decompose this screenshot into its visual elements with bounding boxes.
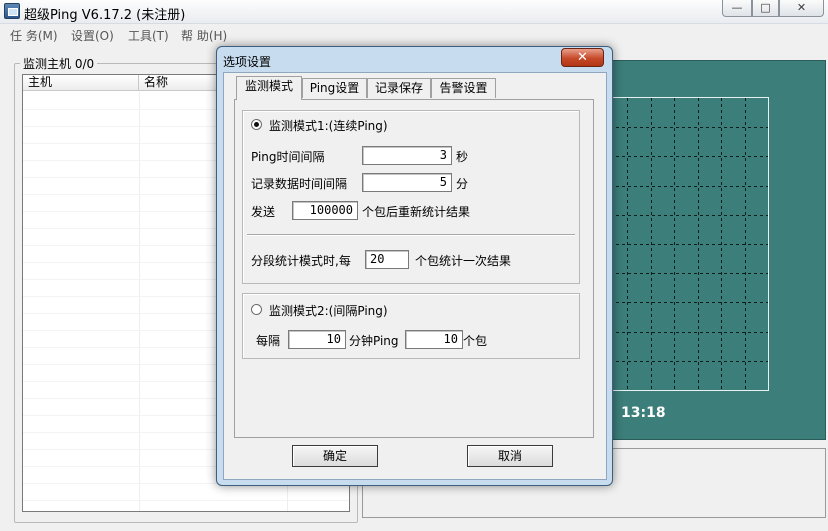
main-window-title: 超级Ping V6.17.2 (未注册) — [24, 8, 186, 23]
menu-task[interactable]: 任 务(M) — [10, 27, 58, 44]
close-button[interactable]: ✕ — [779, 0, 824, 17]
send-suffix: 个包后重新统计结果 — [362, 205, 471, 219]
monitor-mode-panel: 监测模式1:(连续Ping) Ping时间间隔 3 秒 记录数据时间间隔 5 分… — [234, 99, 594, 438]
menu-help[interactable]: 帮 助(H) — [181, 27, 227, 44]
maximize-button[interactable]: □ — [752, 0, 779, 17]
record-interval-input[interactable]: 5 — [362, 173, 452, 192]
dialog-close-button[interactable]: ✕ — [561, 48, 604, 67]
segment-packets-input[interactable]: 20 — [365, 250, 409, 269]
dialog-title: 选项设置 — [223, 55, 272, 69]
mode2-packets-input[interactable]: 10 — [405, 330, 463, 349]
mode1-group: 监测模式1:(连续Ping) Ping时间间隔 3 秒 记录数据时间间隔 5 分… — [242, 110, 580, 284]
mode2-every-label: 每隔 — [256, 334, 281, 348]
record-interval-unit: 分 — [456, 177, 469, 191]
mode2-minutes-input[interactable]: 10 — [288, 330, 346, 349]
chart-grid-lines — [604, 98, 768, 390]
radio-selected-dot — [254, 122, 259, 127]
record-interval-label: 记录数据时间间隔 — [251, 177, 348, 191]
cancel-button[interactable]: 取消 — [467, 445, 553, 467]
mode2-packets-suffix: 个包 — [463, 334, 488, 348]
dialog-client-area: 监测模式 Ping设置 记录保存 告警设置 监测模式1:(连续Ping) Pin… — [223, 72, 607, 480]
mode2-group: 监测模式2:(间隔Ping) 每隔 10 分钟Ping 10 个包 — [242, 293, 580, 359]
chart-time-label: 13:18 — [621, 405, 666, 421]
app-icon — [4, 3, 20, 19]
menu-tools[interactable]: 工具(T) — [128, 27, 169, 44]
tab-ping-settings[interactable]: Ping设置 — [302, 78, 367, 98]
ping-interval-input[interactable]: 3 — [362, 146, 452, 165]
segment-suffix: 个包统计一次结果 — [415, 254, 512, 268]
mode2-label[interactable]: 监测模式2:(间隔Ping) — [269, 302, 388, 319]
menu-bar — [0, 24, 828, 45]
send-label: 发送 — [251, 205, 276, 219]
minimize-button[interactable]: — — [722, 0, 752, 17]
mode1-radio[interactable] — [251, 119, 262, 130]
send-packets-input[interactable]: 100000 — [292, 201, 358, 220]
menu-settings[interactable]: 设置(O) — [71, 27, 114, 44]
ok-button[interactable]: 确定 — [292, 445, 378, 467]
segment-label: 分段统计模式时,每 — [251, 254, 351, 268]
tab-alarm-settings[interactable]: 告警设置 — [431, 78, 496, 98]
ping-interval-label: Ping时间间隔 — [251, 150, 325, 164]
options-dialog: 选项设置 ✕ 监测模式 Ping设置 记录保存 告警设置 监测模式1:(连续Pi… — [216, 46, 613, 486]
mode2-minutes-suffix: 分钟Ping — [349, 334, 399, 348]
ping-interval-unit: 秒 — [456, 150, 469, 164]
mode1-separator — [247, 234, 575, 236]
mode2-radio[interactable] — [251, 304, 262, 315]
tab-record-save[interactable]: 记录保存 — [367, 78, 431, 98]
chart-grid — [603, 97, 769, 391]
mode1-label[interactable]: 监测模式1:(连续Ping) — [269, 117, 388, 134]
hosts-legend: 监测主机 0/0 — [20, 55, 98, 72]
tab-monitor-mode[interactable]: 监测模式 — [236, 76, 302, 100]
column-header-host[interactable]: 主机 — [23, 75, 139, 91]
